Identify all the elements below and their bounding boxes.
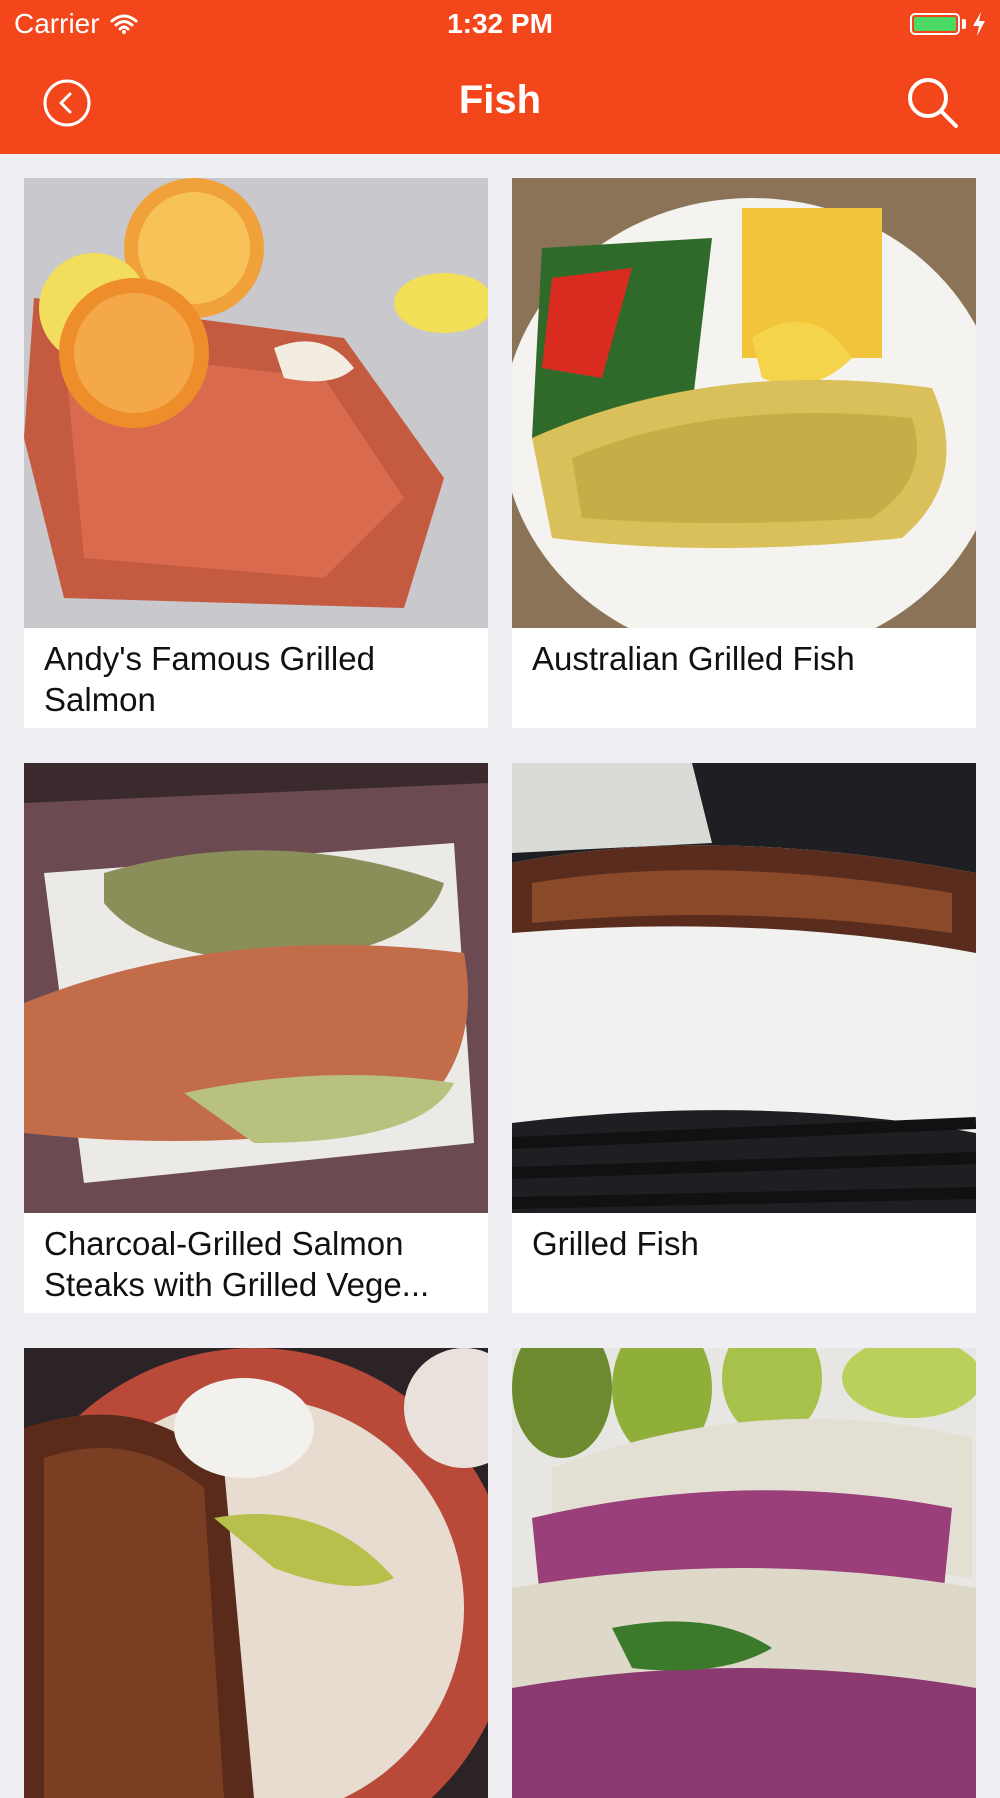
top-bar: Carrier 1:32 PM Fish (0, 0, 1000, 154)
recipe-image (512, 763, 976, 1213)
status-bar: Carrier 1:32 PM (0, 0, 1000, 50)
battery-icon (910, 13, 960, 35)
recipe-card[interactable] (512, 1348, 976, 1798)
recipe-title: Grilled Fish (532, 1225, 699, 1262)
recipe-title: Charcoal-Grilled Salmon Steaks with Gril… (44, 1225, 430, 1303)
recipe-card[interactable]: Australian Grilled Fish (512, 178, 976, 728)
recipe-title: Australian Grilled Fish (532, 640, 855, 677)
search-icon[interactable] (906, 76, 960, 130)
recipe-image (24, 178, 488, 628)
battery-indicator (910, 12, 986, 36)
page-title: Fish (458, 78, 542, 122)
recipe-card[interactable]: Andy's Famous Grilled Salmon (24, 178, 488, 728)
recipe-card[interactable]: Charcoal-Grilled Salmon Steaks with Gril… (24, 763, 488, 1313)
status-time: 1:32 PM (447, 8, 553, 39)
recipe-image (512, 178, 976, 628)
recipe-image (24, 1348, 488, 1798)
recipe-title: Andy's Famous Grilled Salmon (44, 640, 375, 718)
recipe-image (512, 1348, 976, 1798)
recipe-image (24, 763, 488, 1213)
recipe-card[interactable] (24, 1348, 488, 1798)
bolt-icon (973, 12, 985, 36)
recipe-card[interactable]: Grilled Fish (512, 763, 976, 1313)
navigation-bar: Fish (0, 56, 1000, 146)
